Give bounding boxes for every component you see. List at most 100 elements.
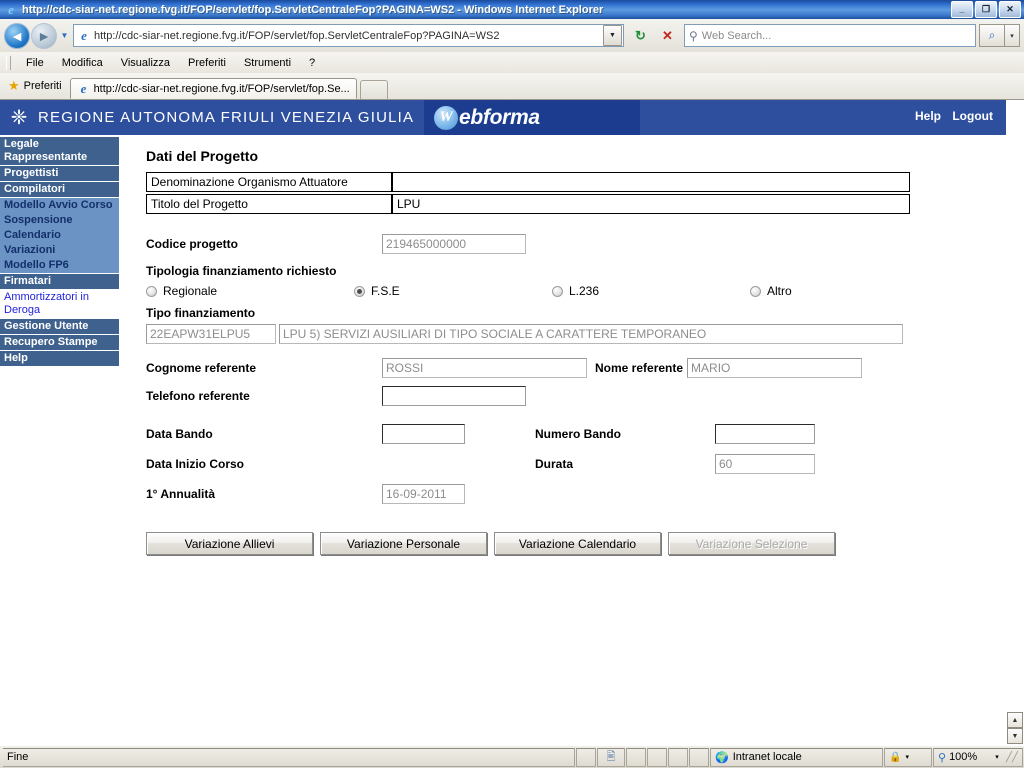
codice-progetto-input[interactable]: 219465000000 (382, 234, 526, 254)
zoom-level: 100% (949, 751, 978, 763)
back-button[interactable]: ◄ (4, 22, 30, 49)
data-bando-input[interactable] (382, 424, 465, 444)
help-link[interactable]: Help (915, 109, 941, 123)
radio-label-l236: L.236 (569, 284, 600, 298)
webforma-logo-icon: W (434, 105, 458, 130)
globe-icon: 🌍 (715, 751, 729, 764)
scroll-down-button[interactable]: ▼ (1007, 728, 1023, 744)
sidebar-item-modello-fp6[interactable]: Modello FP6 (0, 258, 119, 274)
sidebar-item-compilatori[interactable]: Compilatori (0, 182, 119, 198)
numero-bando-input[interactable] (715, 424, 815, 444)
forward-button[interactable]: ► (31, 22, 57, 49)
menu-item-file[interactable]: File (17, 55, 53, 71)
page-scrollbar[interactable]: ▲ ▼ (1006, 100, 1024, 745)
variazione-allievi-button[interactable]: Variazione Allievi (146, 532, 313, 555)
telefono-row: Telefono referente (146, 386, 980, 406)
cognome-referente-input[interactable]: ROSSI (382, 358, 587, 378)
tab-favicon-icon: e (80, 80, 87, 96)
menu-item-visualizza[interactable]: Visualizza (112, 55, 179, 71)
search-box[interactable]: ⚲ Web Search... (684, 24, 976, 47)
sidebar-item-ammortizzatori-in-deroga[interactable]: Ammortizzatori in Deroga (0, 290, 119, 319)
menu-item-strumenti[interactable]: Strumenti (235, 55, 300, 71)
telefono-referente-input[interactable] (382, 386, 526, 406)
radio-option-l236[interactable]: L.236 (552, 284, 750, 298)
lock-icon: 🔒 (889, 751, 902, 763)
radio-option-regionale[interactable]: Regionale (146, 284, 354, 298)
sidebar-item-firmatari[interactable]: Firmatari (0, 274, 119, 290)
project-form: Dati del Progetto Denominazione Organism… (140, 148, 980, 555)
variazione-calendario-button[interactable]: Variazione Calendario (494, 532, 661, 555)
numero-bando-label: Numero Bando (535, 427, 622, 441)
sidebar-item-help[interactable]: Help (0, 351, 119, 367)
sidebar-item-recupero-stampe[interactable]: Recupero Stampe (0, 335, 119, 351)
tipo-finanziamento-row: 22EAPW31ELPU5 LPU 5) SERVIZI AUSILIARI D… (146, 324, 980, 344)
ie-glyph: e (8, 1, 14, 17)
radio-icon-l236[interactable] (552, 285, 563, 297)
protected-mode[interactable]: 🔒 ▾ (884, 747, 932, 767)
history-dropdown-icon[interactable]: ▼ (58, 31, 71, 40)
maximize-button[interactable]: ❐ (975, 1, 997, 18)
protected-mode-dropdown-icon[interactable]: ▾ (905, 753, 909, 761)
annualita-row: 1° Annualità 16-09-2011 (146, 484, 980, 504)
zoom-control[interactable]: ⚲ 100% ▾ ╱╱ (933, 747, 1023, 767)
sidebar-item-sospensione[interactable]: Sospensione (0, 213, 119, 228)
close-button[interactable]: ✕ (999, 1, 1021, 18)
durata-input[interactable]: 60 (715, 454, 815, 474)
page-favicon-icon: e (81, 27, 87, 43)
sidebar-item-legale-rappresentante[interactable]: Legale Rappresentante (0, 137, 119, 166)
sidebar-item-progettisti[interactable]: Progettisti (0, 166, 119, 182)
compatibility-view-icon[interactable]: 🖹 (597, 747, 625, 767)
window-title: http://cdc-siar-net.regione.fvg.it/FOP/s… (22, 3, 604, 16)
search-provider-dropdown-icon[interactable]: ▾ (1004, 24, 1020, 47)
menu-item-help[interactable]: ? (300, 55, 324, 71)
variazione-personale-button[interactable]: Variazione Personale (320, 532, 487, 555)
ie-logo-icon: e (3, 2, 19, 17)
annualita-input[interactable]: 16-09-2011 (382, 484, 465, 504)
address-input[interactable]: http://cdc-siar-net.regione.fvg.it/FOP/s… (94, 30, 603, 42)
tipo-finanziamento-code-input[interactable]: 22EAPW31ELPU5 (146, 324, 276, 344)
logout-link[interactable]: Logout (952, 109, 993, 123)
cognome-referente-label: Cognome referente (146, 361, 257, 375)
sidebar-item-variazioni[interactable]: Variazioni (0, 243, 119, 258)
tipo-finanziamento-desc-input[interactable]: LPU 5) SERVIZI AUSILIARI DI TIPO SOCIALE… (279, 324, 903, 344)
webforma-logo: W ebforma (424, 100, 640, 135)
radio-icon-regionale[interactable] (146, 285, 157, 297)
radio-icon-fse[interactable] (354, 285, 365, 297)
sidebar-item-modello-avvio-corso[interactable]: Modello Avvio Corso (0, 198, 119, 213)
radio-icon-altro[interactable] (750, 285, 761, 297)
sidebar: Legale Rappresentante Progettisti Compil… (0, 137, 119, 367)
radio-option-altro[interactable]: Altro (750, 284, 792, 298)
radio-option-fse[interactable]: F.S.E (354, 284, 552, 298)
security-zone-label: Intranet locale (732, 751, 802, 763)
stop-icon[interactable]: ✕ (655, 24, 680, 48)
titolo-input[interactable]: LPU (392, 194, 910, 214)
tipologia-radio-group: Regionale F.S.E L.236 Altro (146, 284, 980, 298)
denominazione-row: Denominazione Organismo Attuatore (146, 172, 980, 192)
sidebar-item-calendario[interactable]: Calendario (0, 228, 119, 243)
denominazione-input[interactable] (392, 172, 910, 192)
banner-links: Help Logout (907, 109, 993, 123)
security-zone[interactable]: 🌍 Intranet locale (710, 747, 883, 767)
search-go-button[interactable]: ⌕ (979, 24, 1004, 47)
browser-tab[interactable]: e http://cdc-siar-net.regione.fvg.it/FOP… (69, 78, 357, 99)
status-panel-3 (647, 747, 667, 767)
sidebar-item-gestione-utente[interactable]: Gestione Utente (0, 319, 119, 335)
search-input[interactable]: Web Search... (702, 30, 772, 42)
address-bar[interactable]: e http://cdc-siar-net.regione.fvg.it/FOP… (73, 24, 624, 47)
status-panel-1 (576, 747, 596, 767)
new-tab-button[interactable] (359, 80, 388, 99)
address-dropdown-icon[interactable]: ▼ (603, 25, 622, 46)
zoom-dropdown-icon[interactable]: ▾ (995, 753, 999, 761)
minimize-button[interactable]: _ (951, 1, 973, 18)
menu-item-modifica[interactable]: Modifica (53, 55, 112, 71)
scroll-up-button[interactable]: ▲ (1007, 712, 1023, 728)
window-controls: _ ❐ ✕ (951, 1, 1021, 18)
inizio-corso-row: Data Inizio Corso Durata 60 (146, 454, 980, 474)
menu-item-preferiti[interactable]: Preferiti (179, 55, 235, 71)
favorites-button[interactable]: ★ Preferiti (8, 76, 62, 96)
refresh-icon[interactable]: ↻ (628, 24, 653, 48)
resize-grip-icon[interactable]: ╱╱ (1006, 752, 1018, 763)
navigation-bar: ◄ ► ▼ e http://cdc-siar-net.regione.fvg.… (0, 19, 1024, 52)
nome-referente-input[interactable]: MARIO (687, 358, 863, 378)
radio-label-fse: F.S.E (371, 284, 400, 298)
